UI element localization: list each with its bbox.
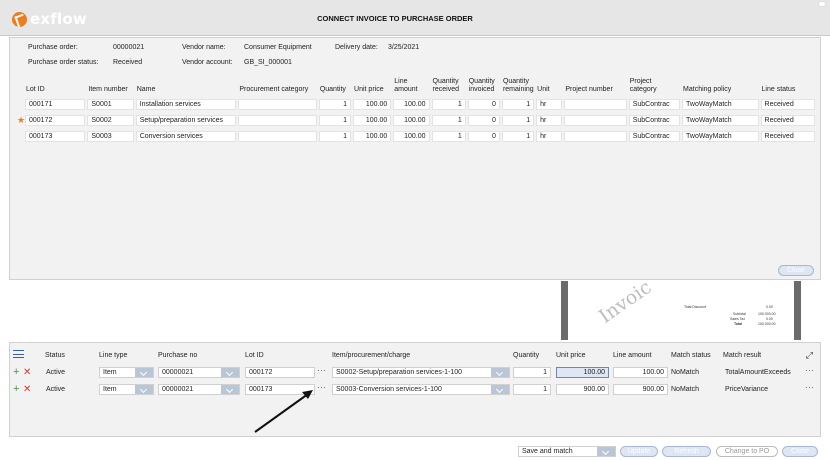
footer-bar: Save and match Update Refresh Change to … xyxy=(0,438,830,460)
close-button[interactable]: Close xyxy=(782,446,818,457)
annotation-arrow xyxy=(254,390,313,433)
save-and-match-select[interactable]: Save and match xyxy=(518,446,616,457)
update-button[interactable]: Update xyxy=(620,446,658,457)
change-to-po-button[interactable]: Change to PO xyxy=(716,446,778,457)
refresh-button[interactable]: Refresh xyxy=(662,446,711,457)
chevron-down-icon xyxy=(597,447,615,456)
